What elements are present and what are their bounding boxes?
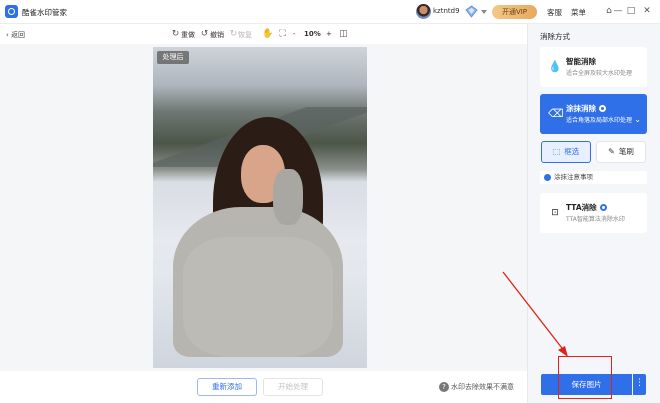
mode-desc: 适合全屏及较大水印处理 [566,70,633,77]
menu-link[interactable]: 菜单 [571,7,586,18]
undo-button[interactable]: 撤销 [210,30,224,40]
mode-tta-remove[interactable]: ⊡ TTA消除 TTA智能算法消除水印 [540,193,647,233]
tta-icon: ⊡ [551,208,559,218]
mode-title-text: 涂抹消除 [566,104,596,113]
maximize-icon[interactable]: □ [625,5,637,17]
back-label: 返回 [11,31,26,39]
avatar[interactable] [416,4,431,19]
title-bar: 酷雀水印管家 kztntd9 开通VIP 客服 菜单 ⌂ — □ ✕ [0,0,660,24]
minimize-icon[interactable]: — [612,5,624,17]
tool-brush[interactable]: ✎ 笔刷 [596,141,646,163]
back-button[interactable]: ‹ 返回 [6,30,25,40]
panel-title: 消除方式 [540,32,570,41]
brush-notice-link[interactable]: 涂抹注意事项 [540,171,647,184]
mode-desc: TTA智能算法消除水印 [566,216,625,223]
hand-pan-icon[interactable]: ✋ [262,29,273,40]
mode-title: 涂抹消除 [566,103,606,114]
compare-icon[interactable]: ◫ [338,29,349,40]
after-badge: 处理后 [157,51,189,64]
annotation-highlight-box [558,356,612,399]
box-select-icon: ⬚ [552,147,561,156]
redo-icon[interactable]: ↻ [170,29,181,40]
sweater-front-shape [183,237,333,357]
zoom-out-button[interactable]: - [293,30,296,38]
mode-title: 智能消除 [566,57,596,66]
account-dropdown-icon[interactable] [481,10,487,14]
tool-box-select[interactable]: ⬚ 框选 [541,141,591,163]
tool-brush-label: 笔刷 [618,147,634,156]
undo-icon[interactable]: ↺ [199,29,210,40]
redo-button[interactable]: 重做 [181,30,195,40]
customer-service-link[interactable]: 客服 [547,7,562,18]
edited-photo[interactable] [153,47,367,368]
restore-button[interactable]: 恢复 [238,30,252,40]
mode-title-text: TTA消除 [566,203,597,212]
username[interactable]: kztntd9 [433,7,460,15]
zoom-level: 10% [304,30,321,38]
info-icon [544,174,551,181]
mode-title: TTA消除 [566,202,607,213]
mode-desc: 适合角落及局部水印处理 [566,117,633,124]
app-logo-icon [5,5,18,18]
zoom-in-button[interactable]: + [326,30,332,38]
eraser-icon: ⌫ [548,107,564,120]
help-icon[interactable]: ? [439,382,449,392]
vip-diamond-icon[interactable] [465,5,478,18]
brush-icon: ✎ [608,147,615,156]
chevron-down-icon[interactable]: ⌄ [634,115,641,124]
start-process-button[interactable]: 开始处理 [263,378,323,396]
help-link[interactable]: 水印去除效果不满意 [451,382,514,392]
more-options-button[interactable]: ⋮ [633,374,646,395]
close-icon[interactable]: ✕ [641,5,653,17]
new-dot-icon [599,105,606,112]
open-vip-button[interactable]: 开通VIP [492,5,537,19]
fit-screen-icon[interactable]: ⛶ [277,29,288,40]
new-dot-icon [599,204,607,211]
drop-icon: 💧 [548,60,562,73]
hand-shape [273,169,303,225]
readd-button[interactable]: 重新添加 [197,378,257,396]
mode-smart-remove[interactable]: 💧 智能消除 适合全屏及较大水印处理 [540,47,647,87]
tool-select-label: 框选 [564,147,580,156]
app-title: 酷雀水印管家 [22,8,67,17]
mode-brush-remove[interactable]: ⌫ 涂抹消除 适合角落及局部水印处理 ⌄ [540,94,647,134]
